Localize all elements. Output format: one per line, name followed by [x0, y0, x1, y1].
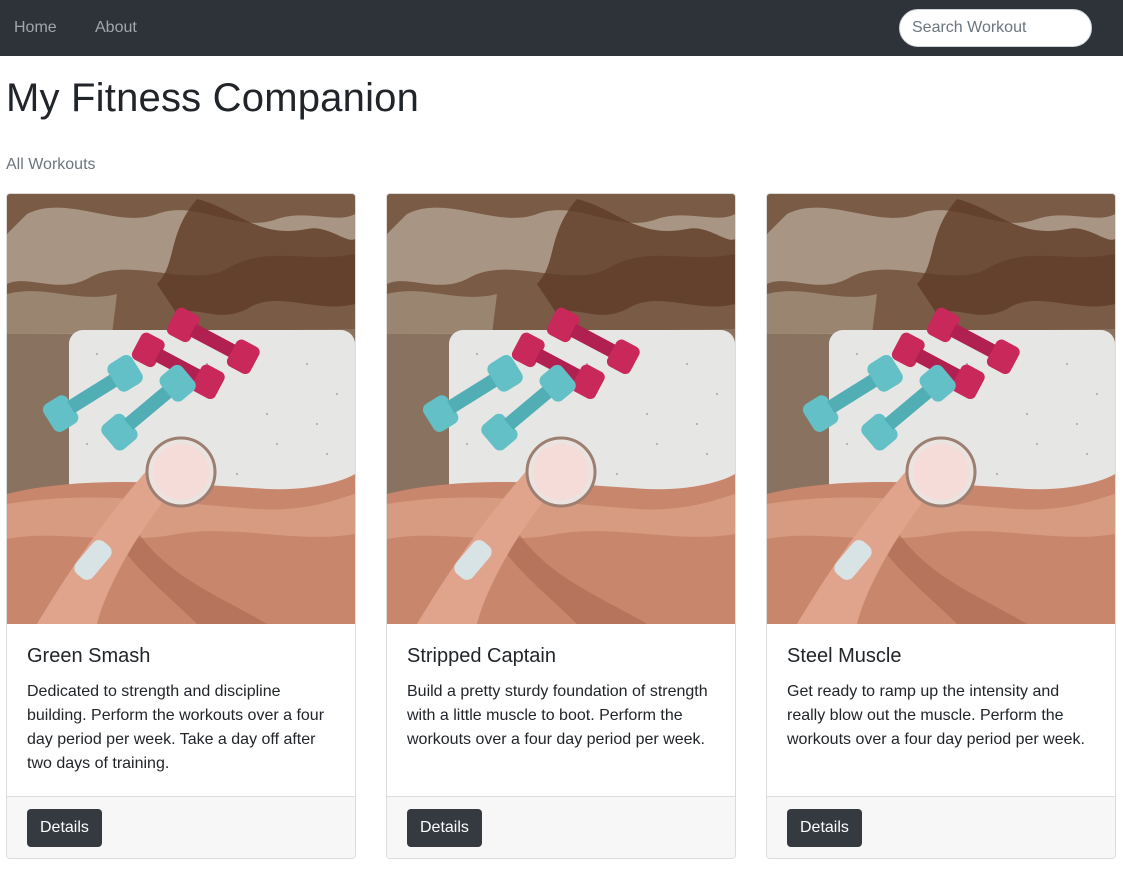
- workout-card-footer: Details: [387, 796, 735, 858]
- workout-card-footer: Details: [7, 796, 355, 858]
- navbar: Home About: [0, 0, 1123, 56]
- search-workout-input[interactable]: [899, 9, 1092, 47]
- workout-card-description: Build a pretty sturdy foundation of stre…: [407, 683, 708, 748]
- workout-card-title: Steel Muscle: [787, 645, 902, 667]
- nav-about-link[interactable]: About: [95, 18, 137, 38]
- page-title: My Fitness Companion: [6, 76, 420, 120]
- workout-card-title: Green Smash: [27, 645, 151, 667]
- details-button[interactable]: Details: [27, 809, 102, 847]
- details-button[interactable]: Details: [787, 809, 862, 847]
- workout-card: Green Smash Dedicated to strength and di…: [6, 193, 356, 859]
- workout-card-description: Dedicated to strength and discipline bui…: [27, 683, 325, 772]
- workout-card-image: [387, 194, 735, 624]
- workout-card-description: Get ready to ramp up the intensity and r…: [787, 683, 1085, 748]
- workout-card-footer: Details: [767, 796, 1115, 858]
- details-button[interactable]: Details: [407, 809, 482, 847]
- workout-card: Steel Muscle Get ready to ramp up the in…: [766, 193, 1116, 859]
- workout-card-title: Stripped Captain: [407, 645, 556, 667]
- workout-card: Stripped Captain Build a pretty sturdy f…: [386, 193, 736, 859]
- nav-home-link[interactable]: Home: [14, 18, 57, 38]
- workout-card-image: [767, 194, 1115, 624]
- section-label: All Workouts: [6, 156, 96, 173]
- workout-card-image: [7, 194, 355, 624]
